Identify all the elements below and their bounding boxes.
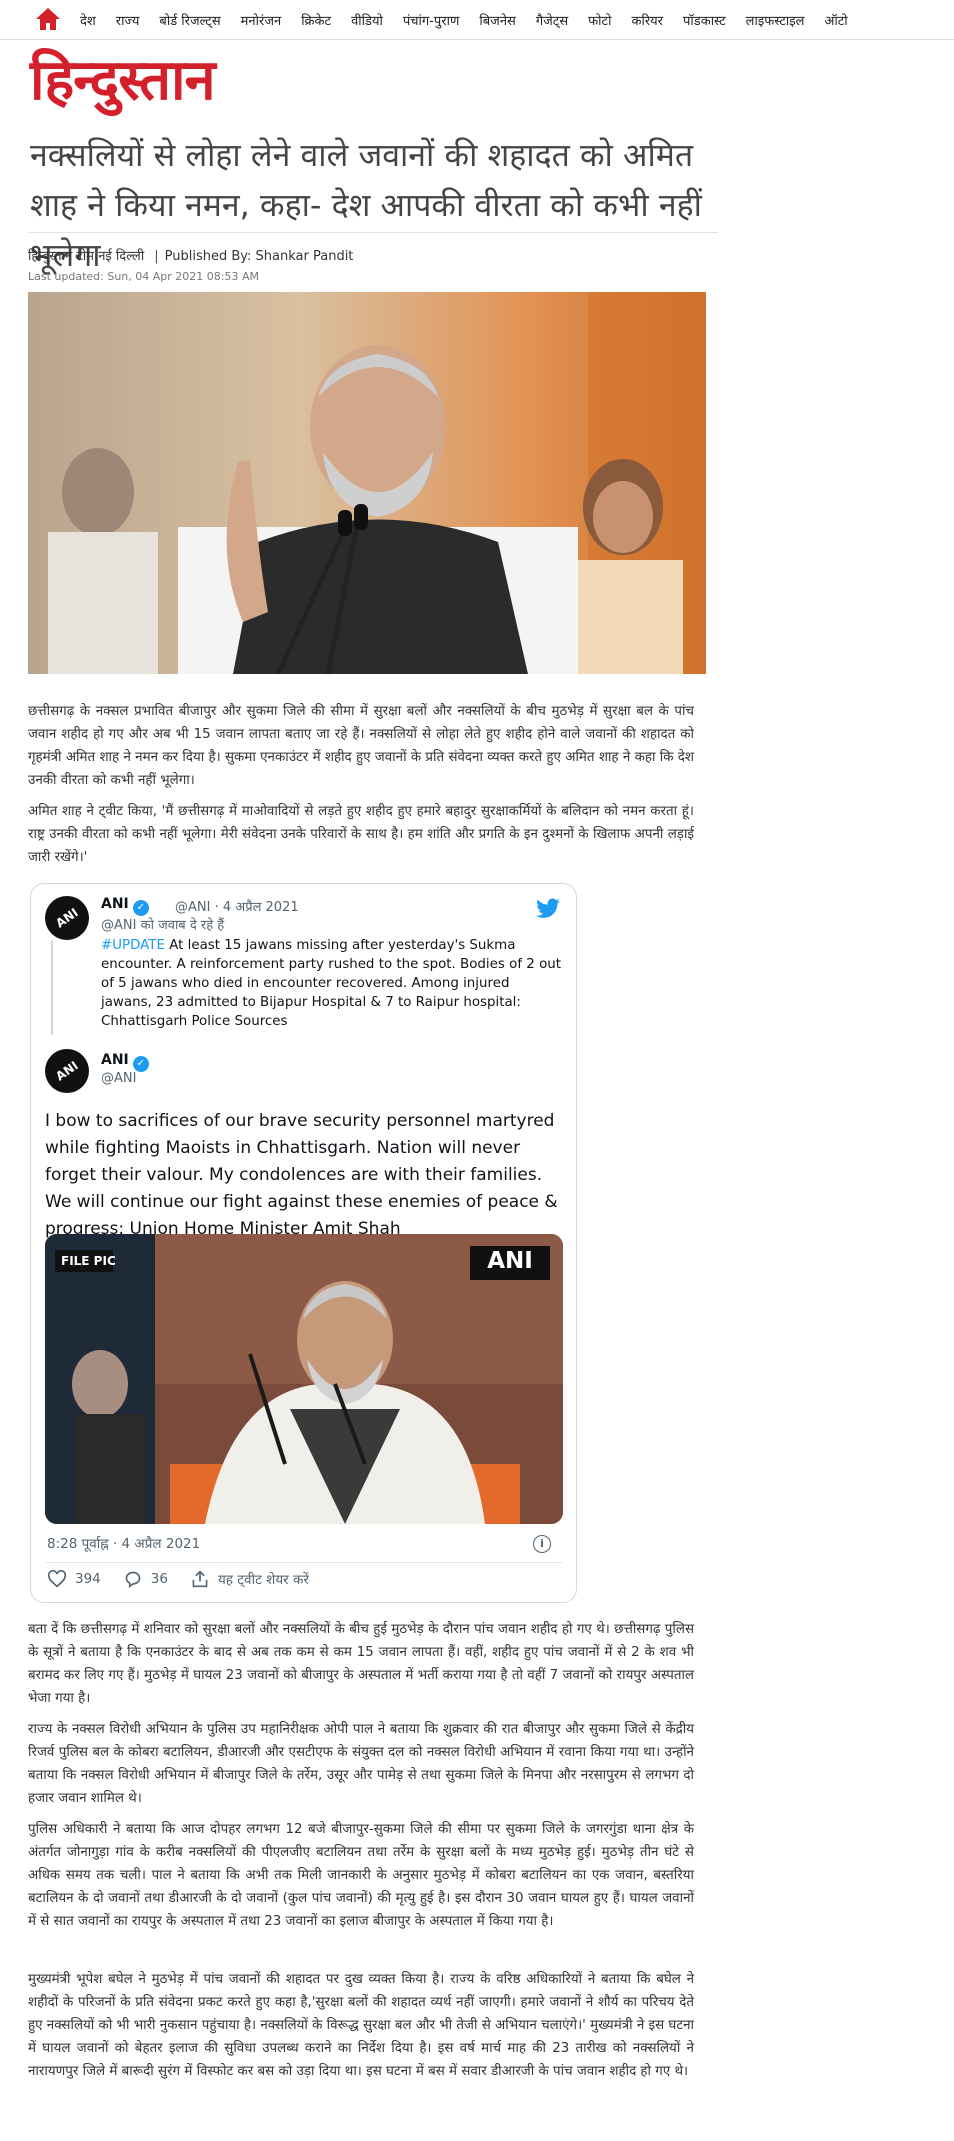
tweet-date: 4 अप्रैल 2021	[222, 900, 299, 915]
reply-button[interactable]: 36	[123, 1570, 168, 1588]
verified-icon: ✓	[132, 900, 149, 916]
nav-item[interactable]: करियर	[631, 11, 663, 29]
thread-connector	[51, 940, 53, 1035]
separator: |	[154, 249, 159, 264]
file-pic-label: FILE PIC	[61, 1254, 116, 1268]
like-count: 394	[75, 1571, 101, 1587]
heart-icon	[47, 1570, 67, 1588]
hero-image	[28, 292, 706, 674]
article-paragraph-4: राज्य के नक्सल विरोधी अभियान के पुलिस उप…	[28, 1722, 694, 1806]
article-paragraph-1: छत्तीसगढ़ के नक्सल प्रभावित बीजापुर और स…	[28, 704, 694, 788]
quoted-tweet-body: At least 15 jawans missing after yesterd…	[101, 938, 561, 1029]
nav-item[interactable]: पंचांग-पुराण	[403, 11, 459, 29]
verified-icon: ✓	[132, 1056, 149, 1072]
info-icon[interactable]: i	[533, 1535, 551, 1553]
nav-item[interactable]: गैजेट्स	[536, 11, 568, 29]
share-button[interactable]: यह ट्वीट शेयर करें	[190, 1570, 309, 1588]
byline: हिन्दुस्तान टीम,नई दिल्ली | Published By: …	[28, 246, 353, 264]
divider	[28, 232, 718, 233]
ani-watermark: ANI	[487, 1248, 533, 1274]
nav-item[interactable]: लाइफस्टाइल	[746, 11, 805, 29]
nav-item[interactable]: क्रिकेट	[301, 11, 331, 29]
nav-item[interactable]: बिजनेस	[479, 11, 515, 29]
like-button[interactable]: 394	[47, 1570, 101, 1588]
last-updated: Last updated: Sun, 04 Apr 2021 08:53 AM	[28, 270, 259, 283]
twitter-bird-icon[interactable]	[535, 898, 561, 920]
share-icon	[192, 1570, 208, 1588]
tweet-author-name[interactable]: ANI ✓	[101, 1052, 149, 1072]
reply-icon	[125, 1571, 141, 1588]
tweet-media-image[interactable]: FILE PIC ANI	[45, 1234, 563, 1524]
article-paragraph-6: मुख्यमंत्री भूपेश बघेल ने मुठभेड़ में पा…	[28, 1972, 695, 2079]
main-tweet-text: I bow to sacrifices of our brave securit…	[45, 1111, 558, 1239]
quoted-tweet-text: #UPDATE At least 15 jawans missing after…	[101, 936, 561, 1031]
home-icon[interactable]	[34, 6, 62, 32]
tweet-author-name[interactable]: ANI ✓	[101, 896, 149, 916]
ani-logo-icon: ANI	[53, 905, 81, 931]
tweet-actions: 394 36 यह ट्वीट शेयर करें	[47, 1570, 331, 1588]
tweet-handle-date[interactable]: @ANI · 4 अप्रैल 2021	[175, 897, 299, 915]
site-logo[interactable]: हिन्दुस्तान	[30, 48, 216, 112]
hashtag-link[interactable]: #UPDATE	[101, 938, 165, 953]
ani-avatar[interactable]: ANI	[45, 896, 89, 940]
handle: @ANI	[175, 900, 211, 915]
hero-photo	[28, 292, 706, 674]
nav-item[interactable]: मनोरंजन	[241, 11, 282, 29]
author-name-text: ANI	[101, 1052, 129, 1068]
nav-item[interactable]: फोटो	[588, 11, 611, 29]
ani-logo-icon: ANI	[53, 1058, 81, 1084]
author-name-text: ANI	[101, 896, 129, 912]
tweet-divider	[45, 1562, 563, 1563]
tweet-photo	[45, 1234, 563, 1524]
reply-to: @ANI को जवाब दे रहे हैं	[101, 918, 225, 933]
author[interactable]: हिन्दुस्तान टीम,नई दिल्ली	[28, 249, 144, 264]
nav-menu: देश राज्य बोर्ड रिजल्ट्स मनोरंजन क्रिकेट वीडि…	[80, 0, 868, 40]
nav-item[interactable]: पॉडकास्ट	[683, 11, 726, 29]
publisher: Published By: Shankar Pandit	[164, 249, 354, 264]
embedded-tweet[interactable]: ANI ANI ✓ @ANI · 4 अप्रैल 2021 @ANI को जव…	[30, 883, 577, 1603]
nav-item[interactable]: ऑटो	[824, 11, 847, 29]
reply-count: 36	[150, 1571, 168, 1587]
article-paragraph-2: अमित शाह ने ट्वीट किया, 'मैं छत्तीसगढ़ म…	[28, 804, 694, 865]
nav-item[interactable]: वीडियो	[351, 11, 383, 29]
tweet-handle[interactable]: @ANI	[101, 1071, 136, 1086]
nav-item[interactable]: बोर्ड रिजल्ट्स	[159, 11, 220, 29]
share-label: यह ट्वीट शेयर करें	[217, 1572, 309, 1588]
nav-item[interactable]: देश	[80, 11, 96, 29]
tweet-timestamp[interactable]: 8:28 पूर्वाह्न · 4 अप्रैल 2021	[47, 1534, 200, 1552]
article-paragraph-5: पुलिस अधिकारी ने बताया कि आज दोपहर लगभग …	[28, 1822, 694, 1929]
top-nav: देश राज्य बोर्ड रिजल्ट्स मनोरंजन क्रिकेट वीडि…	[0, 0, 954, 40]
nav-item[interactable]: राज्य	[116, 11, 140, 29]
article-paragraph-3: बता दें कि छत्तीसगढ़ में शनिवार को सुरक्…	[28, 1622, 694, 1706]
ani-avatar[interactable]: ANI	[45, 1049, 89, 1093]
